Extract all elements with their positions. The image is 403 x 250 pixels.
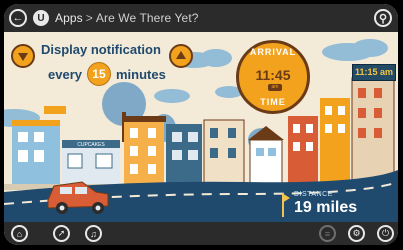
triangle-up-icon bbox=[176, 51, 186, 59]
flag-icon bbox=[282, 193, 290, 203]
notification-interval-line: every 15 minutes bbox=[48, 62, 166, 86]
menu-icon[interactable]: ≡ bbox=[319, 225, 336, 242]
app-logo-letter: U bbox=[37, 12, 45, 24]
svg-text:CUPCAKES: CUPCAKES bbox=[77, 142, 105, 148]
distance-label: DISTANCE bbox=[294, 191, 333, 198]
top-bar: ← U Apps > Are We There Yet? ⚲ bbox=[4, 4, 398, 32]
triangle-down-icon bbox=[18, 53, 28, 61]
headphones-icon[interactable]: ♫ bbox=[85, 225, 102, 242]
gear-icon[interactable]: ⚙ bbox=[348, 225, 365, 242]
app-logo: U bbox=[33, 10, 49, 26]
notification-interval-control: Display notification every 15 minutes bbox=[11, 38, 196, 104]
increase-interval-button[interactable] bbox=[169, 44, 193, 68]
interval-value: 15 bbox=[86, 62, 111, 86]
interval-prefix: every bbox=[48, 66, 82, 82]
breadcrumb: Apps > Are We There Yet? bbox=[55, 11, 199, 25]
home-icon[interactable]: ⌂ bbox=[11, 225, 28, 242]
breadcrumb-separator: > bbox=[85, 11, 93, 25]
app-frame: ← U Apps > Are We There Yet? ⚲ CUPCAKES … bbox=[4, 4, 398, 245]
bottom-bar: ⌂ ➚ ♫ ≡ ⚙ ⏻ bbox=[4, 222, 398, 245]
search-icon[interactable]: ⚲ bbox=[374, 9, 392, 27]
arrival-ampm: am bbox=[268, 84, 282, 91]
breadcrumb-current: Are We There Yet? bbox=[95, 11, 199, 25]
back-arrow-icon[interactable]: ← bbox=[9, 9, 27, 27]
arrival-time: 11:45 bbox=[255, 67, 291, 83]
navigation-icon[interactable]: ➚ bbox=[53, 225, 70, 242]
time-label: TIME bbox=[260, 97, 286, 107]
notification-label: Display notification bbox=[41, 42, 161, 57]
distance-value: 19 miles bbox=[294, 199, 358, 216]
interval-suffix: minutes bbox=[115, 66, 166, 82]
travel-scene: CUPCAKES Display notification every 15 m… bbox=[4, 32, 398, 222]
distance-indicator: DISTANCE 19 miles bbox=[282, 191, 372, 219]
power-icon[interactable]: ⏻ bbox=[377, 225, 394, 242]
breadcrumb-root[interactable]: Apps bbox=[55, 11, 83, 25]
building-clock-sign: 11:15 am bbox=[352, 64, 396, 81]
arrival-label: ARRIVAL bbox=[249, 47, 297, 57]
arrival-time-badge: ARRIVAL 11:45 am TIME bbox=[236, 40, 310, 114]
decrease-interval-button[interactable] bbox=[11, 44, 35, 68]
